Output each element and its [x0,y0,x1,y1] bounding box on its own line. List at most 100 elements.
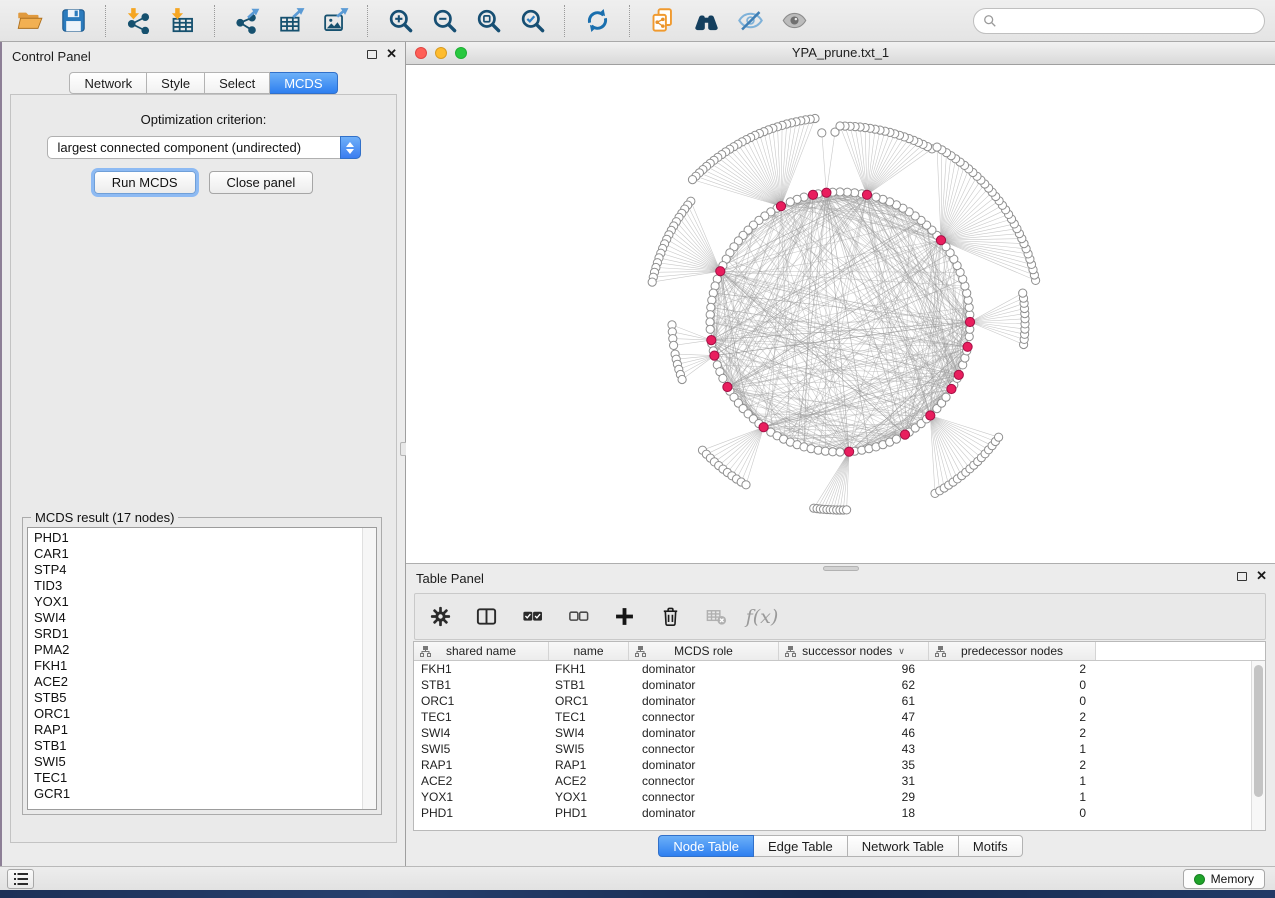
table-scrollbar-thumb[interactable] [1254,665,1263,797]
mcds-result-item[interactable]: YOX1 [28,594,362,610]
close-window-icon[interactable] [415,47,427,59]
tab-style[interactable]: Style [147,72,205,94]
mcds-result-item[interactable]: FKH1 [28,658,362,674]
tab-select[interactable]: Select [205,72,270,94]
delete-row-button[interactable] [657,604,683,630]
import-table-button[interactable] [163,3,201,39]
columns-icon [475,605,498,628]
table-row[interactable]: FKH1FKH1dominator962 [414,661,1251,677]
memory-status-icon [1194,874,1205,885]
column-header-MCDS-role[interactable]: MCDS role [629,642,779,660]
search-input[interactable] [1003,13,1255,28]
clone-network-icon [649,7,676,34]
table-row[interactable]: SWI5SWI5connector431 [414,741,1251,757]
save-session-button[interactable] [54,3,92,39]
hide-selected-button[interactable] [731,3,769,39]
mcds-result-scrollbar[interactable] [362,528,376,809]
column-header-predecessor-nodes[interactable]: predecessor nodes [929,642,1096,660]
deselect-all-button[interactable] [565,604,591,630]
run-mcds-button[interactable]: Run MCDS [94,171,196,194]
mcds-result-item[interactable]: STB1 [28,738,362,754]
mcds-result-listbox[interactable]: PHD1CAR1STP4TID3YOX1SWI4SRD1PMA2FKH1ACE2… [27,527,377,810]
column-header-successor-nodes[interactable]: successor nodes∨ [779,642,929,660]
apply-layout-button[interactable] [578,3,616,39]
mcds-result-item[interactable]: SRD1 [28,626,362,642]
export-table-button[interactable] [272,3,310,39]
maximize-window-icon[interactable] [455,47,467,59]
zoom-fit-icon [475,7,502,34]
mcds-result-title: MCDS result (17 nodes) [31,510,178,525]
export-image-button[interactable] [316,3,354,39]
table-row[interactable]: SWI4SWI4dominator462 [414,725,1251,741]
mcds-result-item[interactable]: TID3 [28,578,362,594]
mcds-result-list: PHD1CAR1STP4TID3YOX1SWI4SRD1PMA2FKH1ACE2… [28,530,362,809]
first-neighbors-button[interactable] [687,3,725,39]
column-header-name[interactable]: name [549,642,629,660]
show-columns-button[interactable] [473,604,499,630]
table-row[interactable]: RAP1RAP1dominator352 [414,757,1251,773]
table-row[interactable]: STB1STB1dominator620 [414,677,1251,693]
float-table-panel-icon[interactable] [1237,572,1247,581]
table-row[interactable]: ORC1ORC1dominator610 [414,693,1251,709]
network-canvas-svg [406,65,1275,563]
show-all-button[interactable] [775,3,813,39]
open-folder-icon [16,7,43,34]
mcds-result-item[interactable]: ACE2 [28,674,362,690]
float-panel-icon[interactable] [367,50,377,59]
minimize-window-icon[interactable] [435,47,447,59]
clone-network-button[interactable] [643,3,681,39]
right-column: YPA_prune.txt_1 Table Panel ✕ [406,42,1275,866]
mcds-result-item[interactable]: GCR1 [28,786,362,802]
table-settings-button[interactable] [427,604,453,630]
zoom-selected-icon [519,7,546,34]
tab-edge-table[interactable]: Edge Table [754,835,848,857]
table-scrollbar[interactable] [1251,661,1265,830]
export-network-button[interactable] [228,3,266,39]
import-network-button[interactable] [119,3,157,39]
mcds-result-item[interactable]: PMA2 [28,642,362,658]
zoom-fit-button[interactable] [469,3,507,39]
open-file-button[interactable] [10,3,48,39]
table-row[interactable]: YOX1YOX1connector291 [414,789,1251,805]
mcds-result-item[interactable]: SWI4 [28,610,362,626]
network-view[interactable] [406,65,1275,563]
tab-node-table[interactable]: Node Table [658,835,754,857]
zoom-selected-button[interactable] [513,3,551,39]
plus-icon [613,605,636,628]
table-row[interactable]: PHD1PHD1dominator180 [414,805,1251,821]
memory-button[interactable]: Memory [1183,869,1265,889]
gear-icon [429,605,452,628]
task-history-button[interactable] [7,869,34,889]
criterion-value: largest connected component (undirected) [48,140,340,155]
zoom-out-button[interactable] [425,3,463,39]
mcds-result-item[interactable]: STB5 [28,690,362,706]
zoom-in-button[interactable] [381,3,419,39]
dropdown-stepper-icon [340,136,361,159]
mcds-result-item[interactable]: CAR1 [28,546,362,562]
mcds-result-item[interactable]: TEC1 [28,770,362,786]
export-image-icon [322,7,349,34]
tab-motifs[interactable]: Motifs [959,835,1023,857]
table-row[interactable]: ACE2ACE2connector311 [414,773,1251,789]
close-table-panel-icon[interactable]: ✕ [1256,571,1267,581]
select-all-button[interactable] [519,604,545,630]
close-panel-button[interactable]: Close panel [209,171,314,194]
criterion-dropdown[interactable]: largest connected component (undirected) [47,136,361,159]
mcds-result-item[interactable]: SWI5 [28,754,362,770]
mcds-result-item[interactable]: RAP1 [28,722,362,738]
tab-network[interactable]: Network [69,72,147,94]
mcds-result-item[interactable]: ORC1 [28,706,362,722]
delete-table-button[interactable] [703,604,729,630]
tab-mcds[interactable]: MCDS [270,72,337,94]
tab-network-table[interactable]: Network Table [848,835,959,857]
add-row-button[interactable] [611,604,637,630]
mcds-result-item[interactable]: PHD1 [28,530,362,546]
mcds-result-item[interactable]: STP4 [28,562,362,578]
table-row[interactable]: TEC1TEC1connector472 [414,709,1251,725]
network-window-titlebar[interactable]: YPA_prune.txt_1 [406,42,1275,65]
refresh-icon [584,7,611,34]
mcds-tab-content: Optimization criterion: largest connecte… [10,94,397,843]
column-header-shared-name[interactable]: shared name [414,642,549,660]
close-panel-icon[interactable]: ✕ [386,49,397,59]
function-builder-button[interactable]: f(x) [749,604,775,630]
